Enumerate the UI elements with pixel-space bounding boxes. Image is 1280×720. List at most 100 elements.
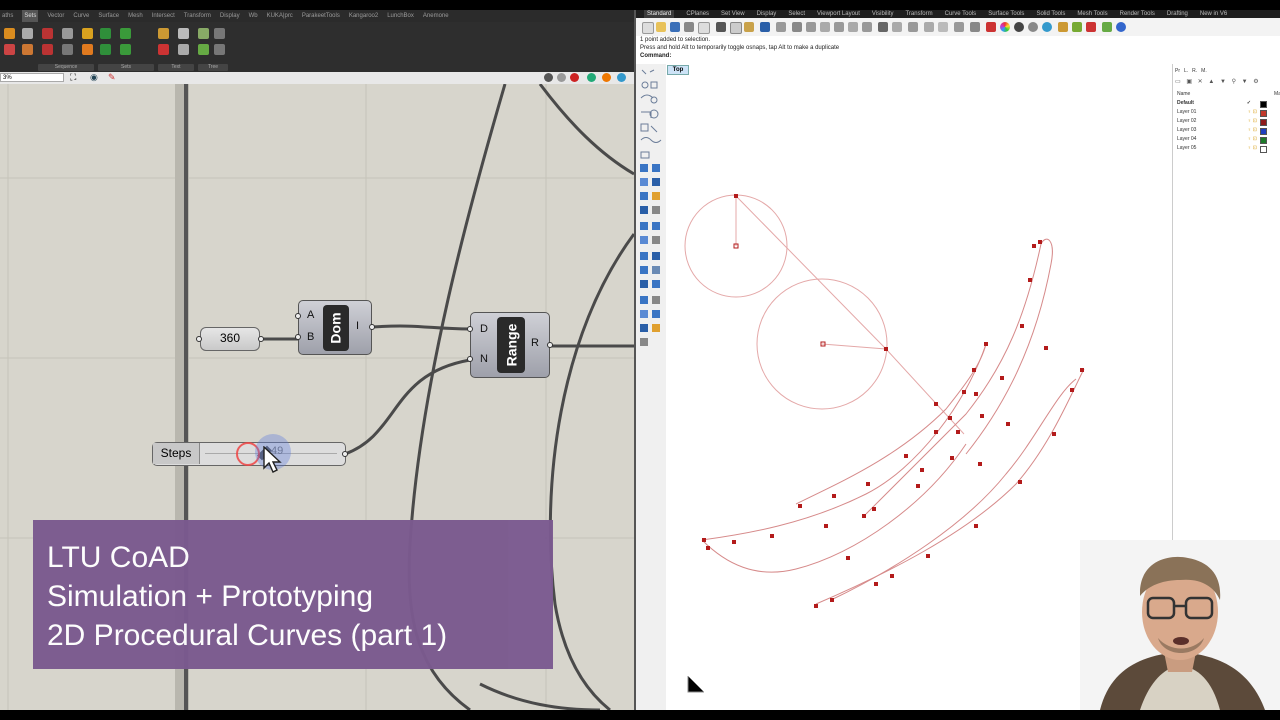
gh-tab[interactable]: Kangaroo2 — [349, 10, 378, 22]
zoom-field[interactable]: 3% — [0, 73, 64, 82]
sphere-icon[interactable] — [1014, 22, 1024, 32]
gh-tab[interactable]: ParakeetTools — [302, 10, 340, 22]
render-icon[interactable] — [986, 22, 996, 32]
component-icon[interactable] — [82, 44, 93, 55]
component-icon[interactable] — [120, 28, 131, 39]
cut-icon[interactable] — [716, 22, 726, 32]
rhino-tab[interactable]: CPlanes — [686, 10, 709, 18]
rhino-tab[interactable]: Mesh Tools — [1077, 10, 1107, 18]
sphere-icon[interactable] — [557, 73, 566, 82]
layer-row[interactable]: Layer 02 ♀ ⊡ — [1177, 117, 1280, 126]
panel-tab[interactable]: L. — [1184, 66, 1188, 76]
component-icon[interactable] — [198, 44, 209, 55]
rhino-tab[interactable]: Render Tools — [1120, 10, 1155, 18]
number-panel[interactable]: 360 — [200, 327, 260, 351]
layer-color-swatch[interactable] — [1260, 110, 1267, 117]
bulb-lock-icon[interactable]: ♀ ⊡ — [1248, 117, 1257, 126]
rhino-tab[interactable]: Set View — [721, 10, 745, 18]
import-icon[interactable] — [698, 22, 710, 34]
brush-icon[interactable]: ✎ — [108, 73, 116, 82]
component-icon[interactable] — [100, 44, 111, 55]
preview-eye-icon[interactable]: ◉ — [90, 73, 98, 82]
component-icon[interactable] — [42, 28, 53, 39]
wire-grip[interactable] — [295, 313, 301, 319]
point-icon[interactable] — [924, 22, 934, 32]
rhino-tab[interactable]: Select — [788, 10, 805, 18]
component-icon[interactable] — [158, 28, 169, 39]
rhino-tab[interactable]: Display — [757, 10, 777, 18]
rhino-tab[interactable]: Solid Tools — [1036, 10, 1065, 18]
rhino-tab[interactable]: Curve Tools — [945, 10, 977, 18]
tool-icon[interactable] — [1086, 22, 1096, 32]
sphere-icon[interactable] — [587, 73, 596, 82]
help-icon[interactable] — [1116, 22, 1126, 32]
wire-grip[interactable] — [258, 336, 264, 342]
sphere-icon[interactable] — [1042, 22, 1052, 32]
layer-color-swatch[interactable] — [1260, 128, 1267, 135]
gh-tab-active[interactable]: Sets — [22, 10, 39, 22]
wire-grip[interactable] — [342, 451, 348, 457]
gh-tab[interactable]: Mesh — [128, 10, 143, 22]
component-icon[interactable] — [158, 44, 169, 55]
layer-color-swatch[interactable] — [1260, 119, 1267, 126]
gh-tab[interactable]: aths — [2, 10, 13, 22]
gh-tab[interactable]: Display — [220, 10, 240, 22]
zoom-selected-icon[interactable] — [862, 22, 872, 32]
gh-tab[interactable]: LunchBox — [387, 10, 414, 22]
wire-grip[interactable] — [196, 336, 202, 342]
rhino-tab[interactable]: New in V6 — [1200, 10, 1227, 18]
component-icon[interactable] — [214, 44, 225, 55]
component-icon[interactable] — [178, 28, 189, 39]
bulb-lock-icon[interactable]: ♀ ⊡ — [1248, 126, 1257, 135]
component-icon[interactable] — [22, 44, 33, 55]
layer-row[interactable]: Layer 04 ♀ ⊡ — [1177, 135, 1280, 144]
cplane-icon[interactable] — [892, 22, 902, 32]
rotate-view-icon[interactable] — [806, 22, 816, 32]
panel-tab[interactable]: M. — [1201, 66, 1207, 76]
gh-tab[interactable]: Surface — [98, 10, 119, 22]
sphere-icon[interactable] — [617, 73, 626, 82]
layer-toolbar[interactable]: ▭ ▣ ✕ ▲ ▼ ⚲ ▼ ⚙ — [1175, 78, 1280, 88]
rhino-tab[interactable]: Transform — [905, 10, 932, 18]
layer-row[interactable]: Default ✓ — [1177, 99, 1280, 108]
move-icon[interactable] — [908, 22, 918, 32]
gh-tab[interactable]: Vector — [47, 10, 64, 22]
wire-grip[interactable] — [467, 356, 473, 362]
rhino-tab[interactable]: Visibility — [872, 10, 894, 18]
command-prompt[interactable]: Command: — [636, 52, 1280, 60]
tool-icon[interactable] — [1058, 22, 1068, 32]
grid-icon[interactable] — [878, 22, 888, 32]
light-icon[interactable] — [954, 22, 964, 32]
component-icon[interactable] — [82, 28, 93, 39]
pan-icon[interactable] — [792, 22, 802, 32]
wire-grip[interactable] — [295, 334, 301, 340]
panel-tab[interactable]: Pr — [1175, 66, 1180, 76]
component-icon[interactable] — [198, 28, 209, 39]
gh-tab[interactable]: Curve — [73, 10, 89, 22]
layer-color-swatch[interactable] — [1260, 137, 1267, 144]
sphere-icon[interactable] — [544, 73, 553, 82]
component-icon[interactable] — [62, 44, 73, 55]
curve-icon[interactable] — [938, 22, 948, 32]
component-icon[interactable] — [62, 28, 73, 39]
component-icon[interactable] — [214, 28, 225, 39]
copy-icon[interactable] — [730, 22, 742, 34]
component-icon[interactable] — [4, 28, 15, 39]
layer-row[interactable]: Layer 05 ♀ ⊡ — [1177, 144, 1280, 153]
save-icon[interactable] — [670, 22, 680, 32]
zoom-extents-icon[interactable] — [848, 22, 858, 32]
print-icon[interactable] — [684, 22, 694, 32]
rhino-tab-active[interactable]: Standard — [644, 10, 675, 18]
plugin-icon[interactable] — [1102, 22, 1112, 32]
gh-tab[interactable]: Wb — [249, 10, 258, 22]
panel-tab[interactable]: R. — [1192, 66, 1197, 76]
zoom-icon[interactable] — [820, 22, 830, 32]
lock-icon[interactable] — [970, 22, 980, 32]
sphere-icon[interactable] — [1028, 22, 1038, 32]
sidebar-tool-icons[interactable] — [636, 64, 666, 354]
range-component[interactable]: D N Range R — [470, 312, 550, 378]
rhino-tab[interactable]: Drafting — [1167, 10, 1188, 18]
component-icon[interactable] — [178, 44, 189, 55]
layer-color-swatch[interactable] — [1260, 146, 1267, 153]
component-icon[interactable] — [120, 44, 131, 55]
